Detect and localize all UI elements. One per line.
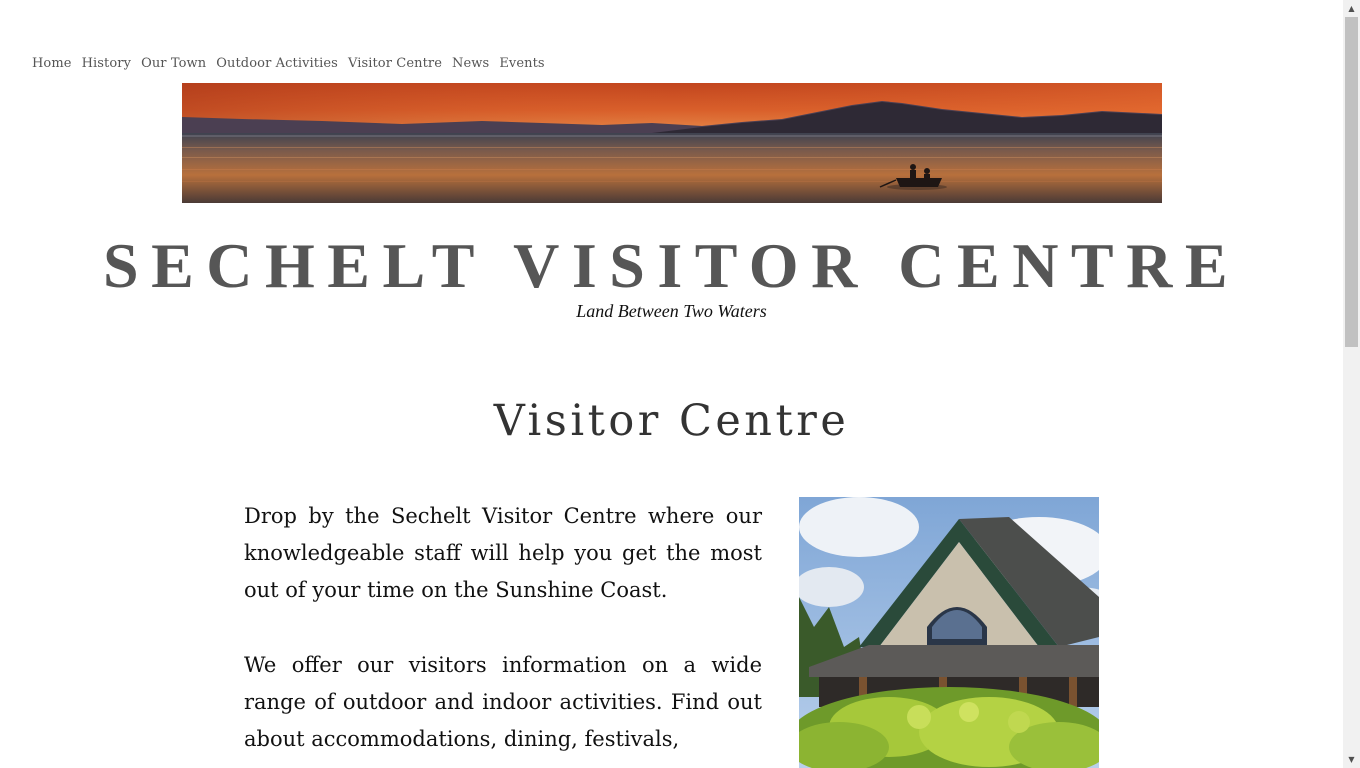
scroll-down-icon[interactable]: ▼	[1343, 751, 1360, 768]
paragraph-1: Drop by the Sechelt Visitor Centre where…	[244, 504, 762, 602]
visitor-centre-building-photo	[799, 497, 1099, 768]
page-heading: Visitor Centre	[493, 396, 850, 446]
page: Home History Our Town Outdoor Activities…	[0, 0, 1343, 768]
paragraph-2: We offer our visitors information on a w…	[244, 653, 762, 751]
scroll-up-icon[interactable]: ▲	[1343, 0, 1360, 17]
nav-home[interactable]: Home	[32, 56, 72, 71]
scrollbar-thumb[interactable]	[1345, 17, 1358, 347]
nav-our-town[interactable]: Our Town	[141, 56, 206, 71]
nav-events[interactable]: Events	[499, 56, 544, 71]
nav-visitor-centre[interactable]: Visitor Centre	[348, 56, 442, 71]
main-nav: Home History Our Town Outdoor Activities…	[32, 56, 555, 71]
nav-outdoor-activities[interactable]: Outdoor Activities	[216, 56, 338, 71]
sunset-banner-image	[182, 83, 1162, 203]
nav-history[interactable]: History	[82, 56, 131, 71]
intro-text: Drop by the Sechelt Visitor Centre where…	[244, 498, 762, 768]
nav-news[interactable]: News	[452, 56, 489, 71]
site-title: SECHELT VISITOR CENTRE	[102, 230, 1241, 301]
vertical-scrollbar[interactable]: ▲ ▼	[1343, 0, 1360, 768]
site-tagline: Land Between Two Waters	[576, 301, 767, 321]
